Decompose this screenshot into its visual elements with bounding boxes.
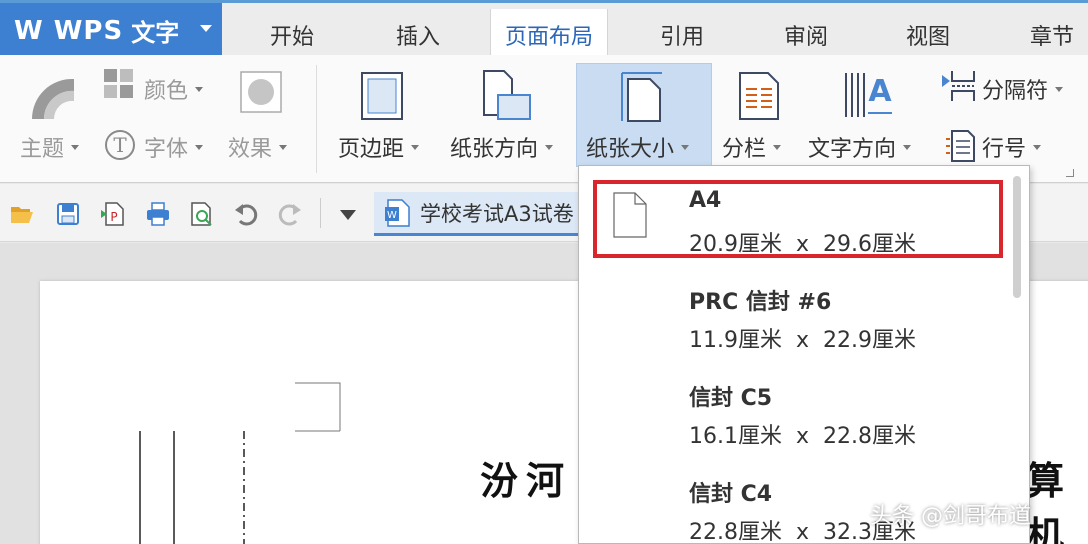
text-direction-button[interactable]: 文字方向 [808,131,912,163]
watermark: 头条 @剑哥布道 [870,504,1031,529]
page-guides [139,382,341,544]
color-icon [104,69,133,98]
font-button[interactable]: 字体 [144,131,204,163]
ribbon-divider [316,65,317,173]
paper-size-option-a4[interactable]: A4 20.9厘米 x 29.6厘米 [579,166,1009,262]
chevron-down-icon[interactable] [338,208,358,222]
print-icon[interactable] [146,202,170,226]
tab-page-layout[interactable]: 页面布局 [490,9,609,58]
export-pdf-icon[interactable]: P [100,202,124,226]
word-document-icon: W [385,198,410,227]
tab-review[interactable]: 审阅 [784,19,828,51]
columns-button[interactable]: 分栏 [722,131,782,163]
redo-icon[interactable] [278,202,302,226]
dialog-launcher-icon[interactable] [1066,169,1074,177]
text-direction-icon: A [845,73,892,117]
document-tab[interactable]: W 学校考试A3试卷 [374,192,584,236]
undo-icon[interactable] [234,202,258,226]
svg-text:W: W [387,210,397,221]
save-icon[interactable] [56,202,80,226]
paper-size-name: 信封 C4 [689,482,773,507]
wps-logo: W WPS [14,15,124,46]
paper-size-icon [621,72,662,122]
effect-button[interactable]: 效果 [228,131,288,163]
open-folder-icon[interactable] [10,202,34,226]
theme-icon [31,78,74,119]
ribbon-toolbar: 主题 颜色 T 字体 效果 页边距 纸张方向 纸张大小 分栏 A 文字方向 分隔… [0,55,1088,183]
columns-icon [739,72,779,120]
paper-size-option-envelope-c5[interactable]: 信封 C5 16.1厘米 x 22.8厘米 [579,358,1009,454]
tab-view[interactable]: 视图 [906,19,950,51]
svg-text:A: A [868,74,892,109]
page-break-button[interactable]: 分隔符 [982,73,1064,105]
app-title: 文字 [131,19,180,47]
page-orientation-icon [483,70,531,120]
paper-size-name: PRC 信封 #6 [689,290,832,315]
print-preview-icon[interactable] [190,202,214,226]
paper-size-dimensions: 11.9厘米 x 22.9厘米 [689,328,917,353]
effect-icon [240,71,282,113]
document-heading-left: 汾河 [480,458,573,503]
paper-size-name: 信封 C5 [689,386,773,411]
page-orientation-button[interactable]: 纸张方向 [450,131,554,163]
svg-text:T: T [113,133,127,157]
tab-home[interactable]: 开始 [270,19,314,51]
page-margins-icon [361,72,403,120]
tab-insert[interactable]: 插入 [396,19,440,51]
page-icon [613,192,647,238]
scrollbar-thumb[interactable] [1013,176,1021,298]
document-heading-right: 算机 [1026,458,1065,544]
line-numbers-icon [946,130,975,162]
app-menu-button[interactable]: W WPS 文字 [0,3,222,58]
paper-size-name: A4 [689,188,722,213]
tab-chapter[interactable]: 章节 [1030,19,1074,51]
document-tab-title: 学校考试A3试卷 [420,201,574,226]
line-numbers-button[interactable]: 行号 [982,131,1042,163]
theme-button[interactable]: 主题 [20,131,80,163]
paper-size-dimensions: 16.1厘米 x 22.8厘米 [689,424,917,449]
tab-references[interactable]: 引用 [660,19,704,51]
chevron-down-icon [200,25,212,32]
paper-size-dropdown: A4 20.9厘米 x 29.6厘米 PRC 信封 #6 11.9厘米 x 22.9厘米… [578,165,1030,544]
paper-size-option-prc-envelope-6[interactable]: PRC 信封 #6 11.9厘米 x 22.9厘米 [579,262,1009,358]
paper-size-dimensions: 20.9厘米 x 29.6厘米 [689,232,917,257]
svg-text:P: P [110,210,117,224]
color-button[interactable]: 颜色 [144,73,204,105]
menu-tab-bar: W WPS 文字 开始 插入 页面布局 引用 审阅 视图 章节 [0,0,1088,58]
font-icon: T [105,130,135,160]
paper-size-button[interactable]: 纸张大小 [586,131,690,163]
page-margins-button[interactable]: 页边距 [338,131,420,163]
quickbar-divider [320,198,321,228]
page-break-icon [942,71,975,101]
